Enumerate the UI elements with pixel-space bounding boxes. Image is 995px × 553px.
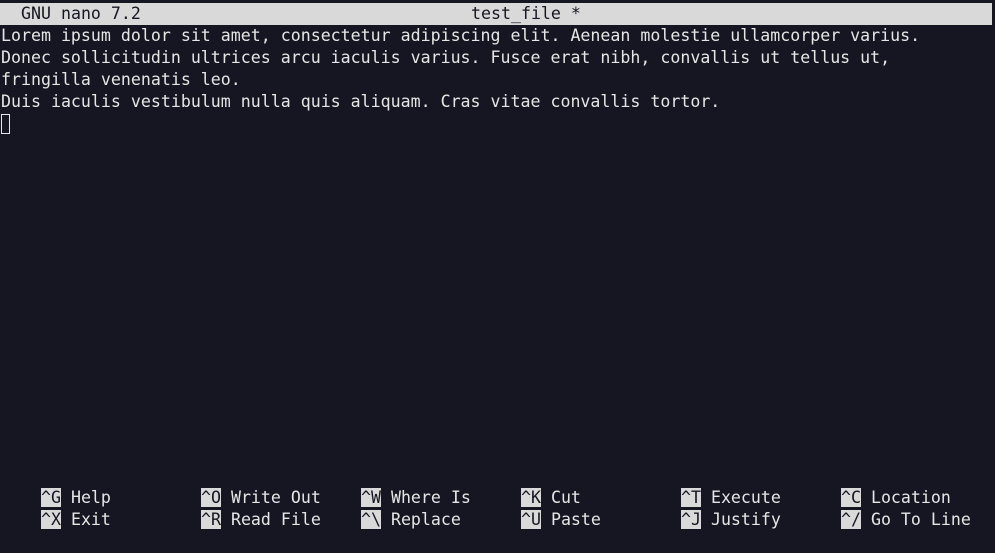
shortcut-key: ^X — [40, 510, 61, 529]
text-line[interactable]: Donec sollicitudin ultrices arcu iaculis… — [1, 47, 991, 69]
shortcut-execute[interactable]: ^T Execute — [641, 465, 781, 507]
shortcut-key: ^J — [680, 510, 701, 529]
shortcut-replace[interactable]: ^\ Replace — [321, 487, 461, 529]
text-line[interactable]: fringilla venenatis leo. — [1, 69, 991, 91]
title-bar: GNU nano 7.2 test_file * — [0, 3, 992, 25]
shortcut-exit[interactable]: ^X Exit — [1, 487, 111, 529]
shortcut-label: Paste — [550, 510, 601, 529]
shortcut-where-is[interactable]: ^W Where Is — [321, 465, 471, 507]
shortcut-help[interactable]: ^G Help — [1, 465, 111, 507]
shortcut-key: ^R — [200, 510, 221, 529]
text-cursor — [1, 114, 10, 134]
shortcut-key: ^\ — [360, 510, 381, 529]
shortcut-paste[interactable]: ^U Paste — [481, 487, 601, 529]
shortcut-label: Read File — [230, 510, 321, 529]
shortcut-read-file[interactable]: ^R Read File — [161, 487, 321, 529]
file-name: test_file * — [471, 4, 581, 23]
shortcut-key: ^U — [520, 510, 541, 529]
shortcut-go-to-line[interactable]: ^/ Go To Line — [801, 487, 971, 529]
shortcut-label: Exit — [70, 510, 111, 529]
shortcut-label: Go To Line — [870, 510, 971, 529]
text-line[interactable]: Duis iaculis vestibulum nulla quis aliqu… — [1, 91, 991, 113]
shortcut-key: ^/ — [840, 510, 861, 529]
shortcut-write-out[interactable]: ^O Write Out — [161, 465, 321, 507]
editor-area[interactable]: Lorem ipsum dolor sit amet, consectetur … — [1, 25, 991, 135]
shortcut-bar: ^G Help ^O Write Out ^W Where Is ^K Cut … — [0, 465, 995, 529]
app-version: GNU nano 7.2 — [21, 4, 141, 23]
cursor-line[interactable] — [1, 113, 991, 135]
shortcut-label: Replace — [390, 510, 461, 529]
shortcut-label: Justify — [710, 510, 781, 529]
shortcut-justify[interactable]: ^J Justify — [641, 487, 781, 529]
text-line[interactable]: Lorem ipsum dolor sit amet, consectetur … — [1, 25, 991, 47]
shortcut-location[interactable]: ^C Location — [801, 465, 951, 507]
shortcut-cut[interactable]: ^K Cut — [481, 465, 581, 507]
